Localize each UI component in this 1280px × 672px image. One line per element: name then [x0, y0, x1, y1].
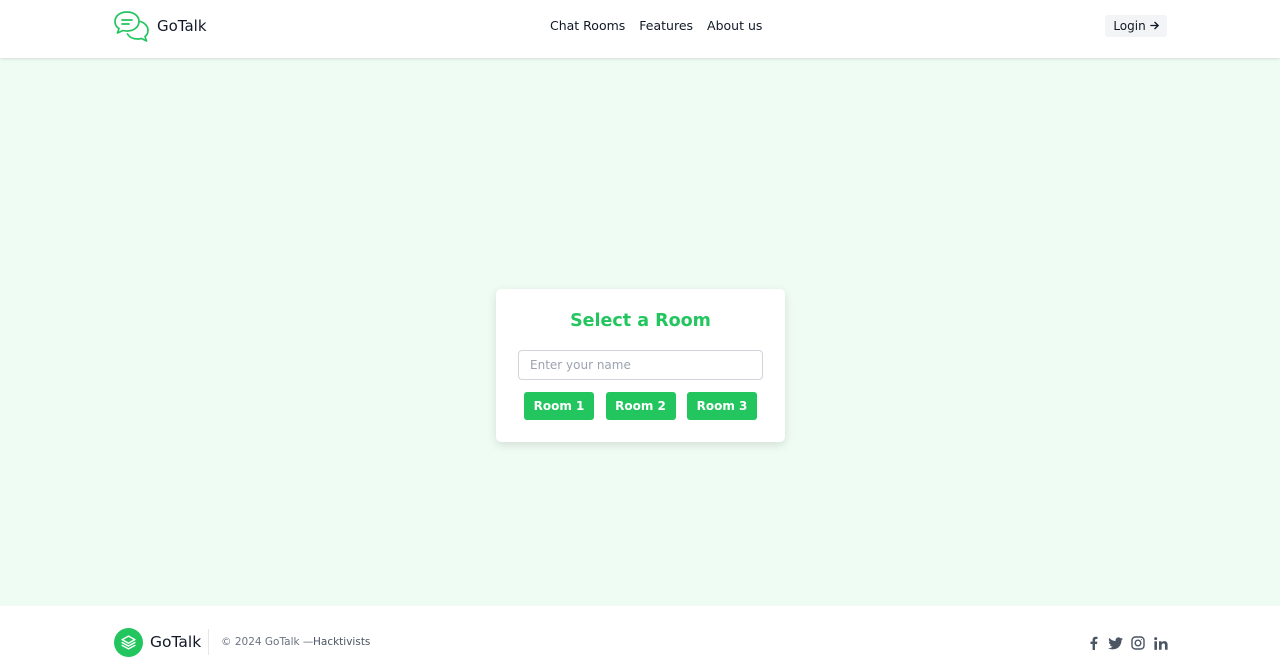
room-1-button[interactable]: Room 1 [524, 392, 594, 420]
brand[interactable]: GoTalk [113, 9, 207, 43]
arrow-right-icon [1149, 20, 1159, 33]
instagram-icon[interactable] [1130, 635, 1146, 651]
layers-logo-icon[interactable] [114, 628, 143, 657]
facebook-icon[interactable] [1085, 635, 1101, 651]
main-content: Select a Room Room 1 Room 2 Room 3 [0, 58, 1280, 606]
top-navbar: GoTalk Chat Rooms Features About us Logi… [0, 0, 1280, 58]
footer: GoTalk © 2024 GoTalk — Hacktivists [0, 606, 1280, 672]
room-select-card: Select a Room Room 1 Room 2 Room 3 [496, 289, 785, 442]
main-nav: Chat Rooms Features About us [550, 18, 776, 33]
footer-copyright: © 2024 GoTalk — [221, 636, 314, 648]
card-title: Select a Room [570, 311, 711, 331]
brand-name: GoTalk [157, 17, 207, 35]
chat-bubbles-icon [114, 11, 149, 42]
name-input[interactable] [518, 350, 763, 380]
nav-features[interactable]: Features [639, 18, 693, 33]
social-links [1085, 635, 1175, 651]
login-label: Login [1113, 19, 1146, 33]
nav-about-us[interactable]: About us [707, 18, 762, 33]
room-3-button[interactable]: Room 3 [687, 392, 757, 420]
footer-divider [208, 629, 209, 655]
login-button[interactable]: Login [1105, 15, 1167, 37]
linkedin-icon[interactable] [1153, 635, 1169, 651]
room-2-button[interactable]: Room 2 [605, 392, 676, 420]
room-buttons: Room 1 Room 2 Room 3 [524, 392, 769, 420]
footer-org-link[interactable]: Hacktivists [313, 636, 370, 648]
nav-chat-rooms[interactable]: Chat Rooms [550, 18, 625, 33]
twitter-icon[interactable] [1108, 635, 1124, 651]
footer-brand-name: GoTalk [150, 633, 202, 651]
